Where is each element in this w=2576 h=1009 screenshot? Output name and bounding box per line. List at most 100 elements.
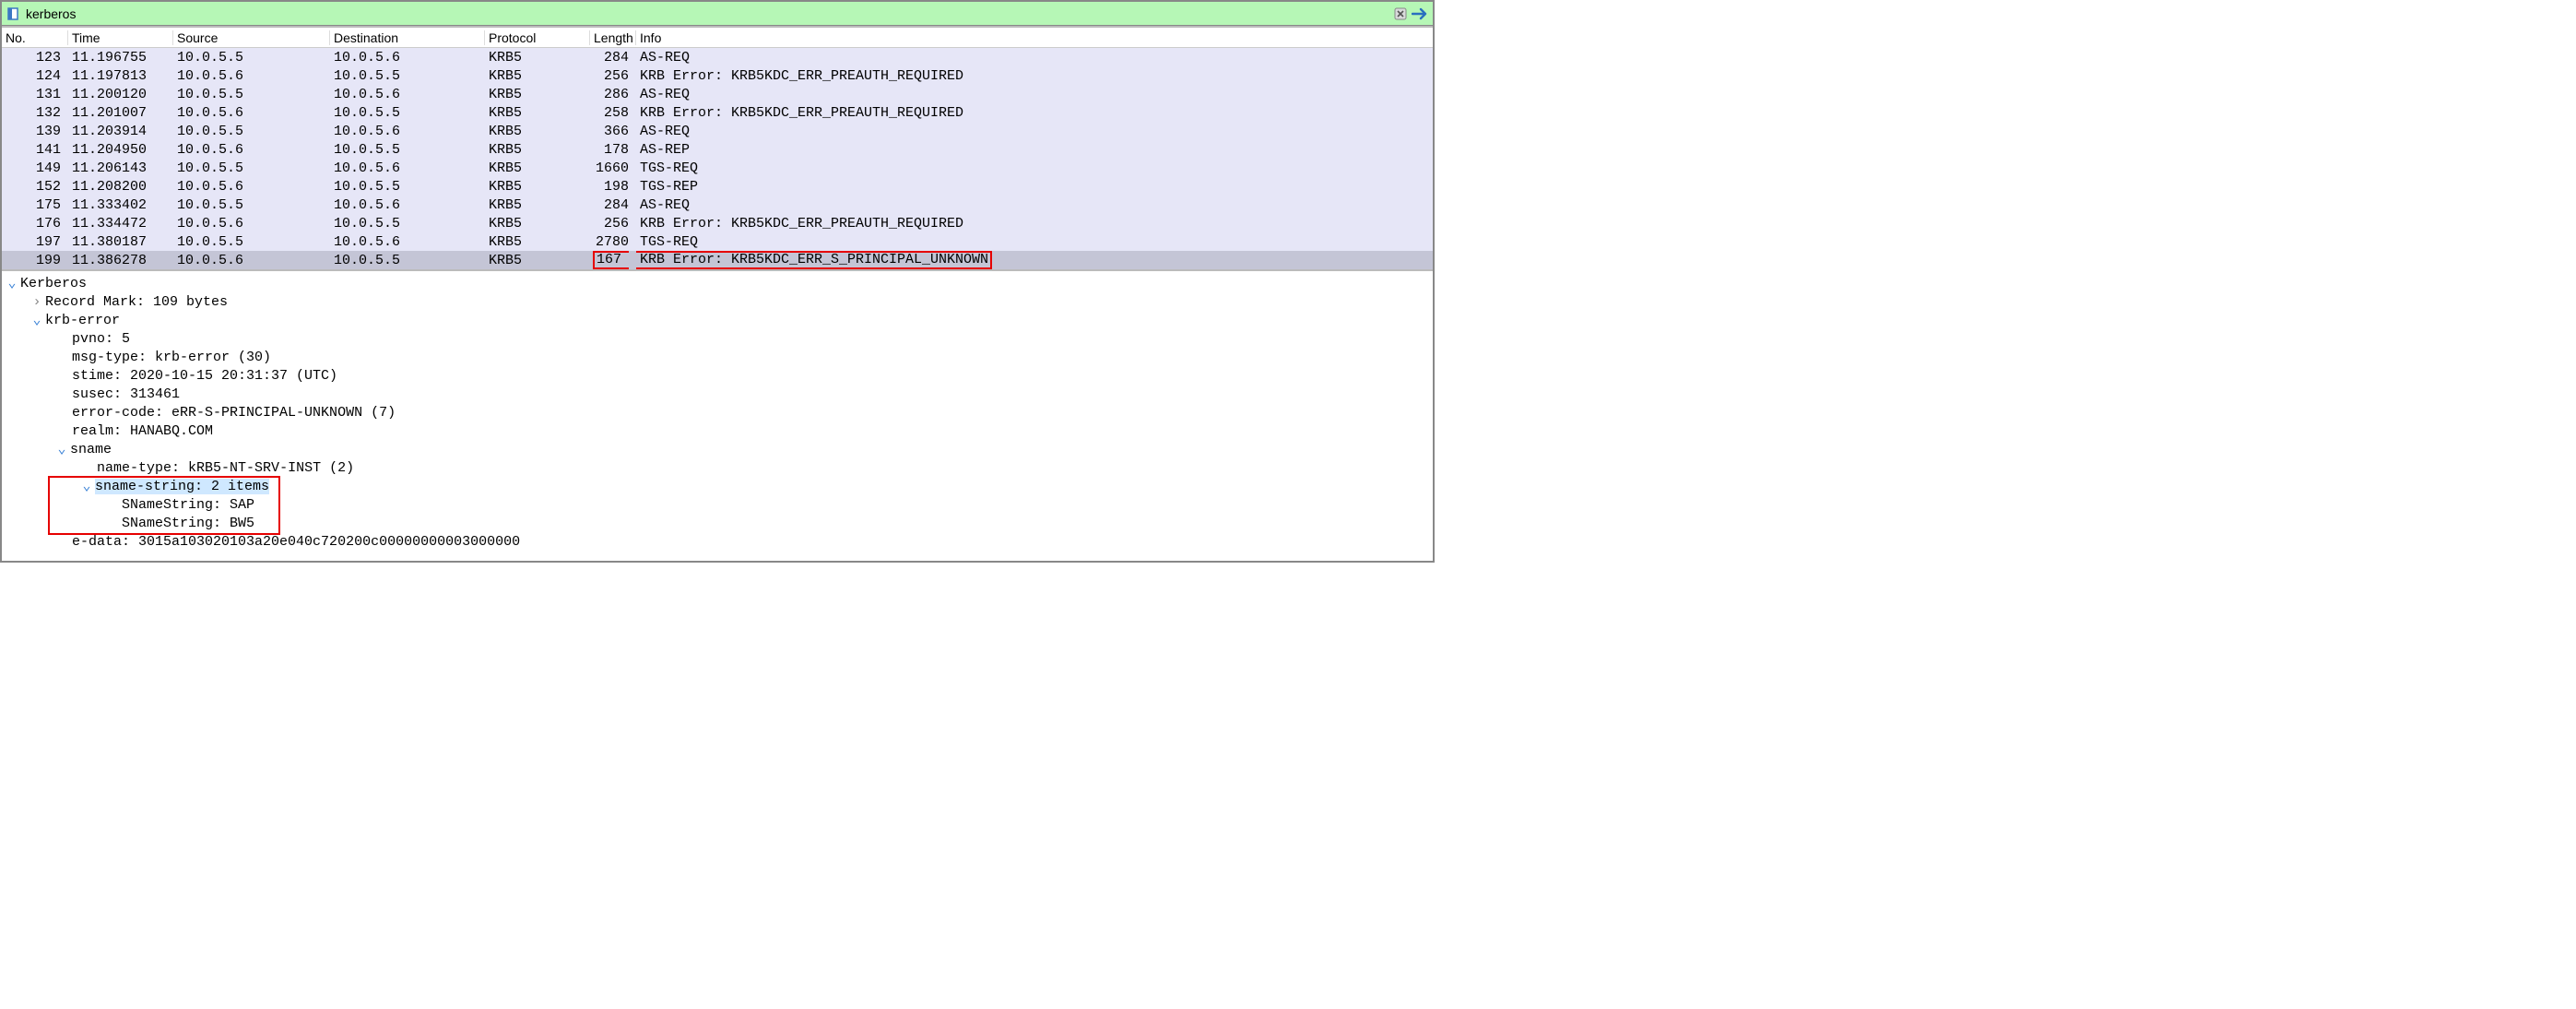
cell-source: 10.0.5.5 <box>173 50 330 65</box>
cell-source: 10.0.5.6 <box>173 179 330 195</box>
highlight-box-info: KRB Error: KRB5KDC_ERR_S_PRINCIPAL_UNKNO… <box>636 251 992 269</box>
cell-length: 258 <box>590 105 636 121</box>
cell-source: 10.0.5.5 <box>173 160 330 176</box>
cell-no: 131 <box>2 87 68 102</box>
stime[interactable]: stime: 2020-10-15 20:31:37 (UTC) <box>72 368 337 384</box>
susec[interactable]: susec: 313461 <box>72 386 180 402</box>
cell-no: 175 <box>2 197 68 213</box>
packet-row[interactable]: 15211.20820010.0.5.610.0.5.5KRB5198TGS-R… <box>2 177 1433 196</box>
cell-protocol: KRB5 <box>485 216 590 231</box>
cell-info: AS-REQ <box>636 124 1433 139</box>
col-no[interactable]: No. <box>2 30 68 45</box>
highlight-box-len: 167 <box>593 251 629 269</box>
cell-protocol: KRB5 <box>485 87 590 102</box>
col-protocol[interactable]: Protocol <box>485 30 590 45</box>
cell-time: 11.380187 <box>68 234 173 250</box>
chevron-down-icon[interactable]: ⌄ <box>55 441 68 459</box>
cell-time: 11.206143 <box>68 160 173 176</box>
col-length[interactable]: Length <box>590 30 636 45</box>
col-time[interactable]: Time <box>68 30 173 45</box>
cell-info: AS-REP <box>636 142 1433 158</box>
cell-destination: 10.0.5.5 <box>330 253 485 268</box>
cell-info: KRB Error: KRB5KDC_ERR_PREAUTH_REQUIRED <box>636 216 1433 231</box>
clear-filter-button[interactable] <box>1390 5 1411 23</box>
cell-time: 11.203914 <box>68 124 173 139</box>
packet-list-header[interactable]: No. Time Source Destination Protocol Len… <box>2 28 1433 48</box>
cell-time: 11.196755 <box>68 50 173 65</box>
cell-info: KRB Error: KRB5KDC_ERR_S_PRINCIPAL_UNKNO… <box>636 251 1433 269</box>
msg-type[interactable]: msg-type: krb-error (30) <box>72 350 271 365</box>
cell-destination: 10.0.5.6 <box>330 50 485 65</box>
cell-protocol: KRB5 <box>485 234 590 250</box>
cell-destination: 10.0.5.5 <box>330 142 485 158</box>
apply-filter-button[interactable] <box>1411 5 1431 23</box>
cell-time: 11.386278 <box>68 253 173 268</box>
record-mark[interactable]: Record Mark: 109 bytes <box>45 294 228 310</box>
cell-source: 10.0.5.5 <box>173 234 330 250</box>
name-type[interactable]: name-type: kRB5-NT-SRV-INST (2) <box>97 460 354 476</box>
cell-protocol: KRB5 <box>485 105 590 121</box>
packet-list-body[interactable]: 12311.19675510.0.5.510.0.5.6KRB5284AS-RE… <box>2 48 1433 269</box>
packet-row[interactable]: 19911.38627810.0.5.610.0.5.5KRB5167KRB E… <box>2 251 1433 269</box>
bookmark-icon[interactable] <box>6 6 20 21</box>
chevron-right-icon[interactable]: › <box>30 293 43 312</box>
display-filter-input[interactable] <box>22 5 1390 23</box>
cell-no: 124 <box>2 68 68 84</box>
cell-source: 10.0.5.5 <box>173 197 330 213</box>
cell-protocol: KRB5 <box>485 179 590 195</box>
cell-length: 198 <box>590 179 636 195</box>
cell-no: 132 <box>2 105 68 121</box>
packet-row[interactable]: 17511.33340210.0.5.510.0.5.6KRB5284AS-RE… <box>2 196 1433 214</box>
cell-no: 123 <box>2 50 68 65</box>
col-source[interactable]: Source <box>173 30 330 45</box>
packet-row[interactable]: 19711.38018710.0.5.510.0.5.6KRB52780TGS-… <box>2 232 1433 251</box>
cell-info: AS-REQ <box>636 50 1433 65</box>
cell-protocol: KRB5 <box>485 50 590 65</box>
sname-node[interactable]: sname <box>70 442 112 457</box>
cell-length: 167 <box>590 251 636 269</box>
cell-length: 256 <box>590 68 636 84</box>
chevron-down-icon[interactable]: ⌄ <box>30 312 43 330</box>
col-info[interactable]: Info <box>636 30 1433 45</box>
cell-destination: 10.0.5.6 <box>330 87 485 102</box>
cell-no: 152 <box>2 179 68 195</box>
packet-row[interactable]: 13111.20012010.0.5.510.0.5.6KRB5286AS-RE… <box>2 85 1433 103</box>
e-data[interactable]: e-data: 3015a103020103a20e040c720200c000… <box>72 534 520 550</box>
cell-source: 10.0.5.5 <box>173 124 330 139</box>
chevron-down-icon[interactable]: ⌄ <box>6 275 18 293</box>
cell-info: AS-REQ <box>636 87 1433 102</box>
col-destination[interactable]: Destination <box>330 30 485 45</box>
cell-source: 10.0.5.6 <box>173 253 330 268</box>
cell-destination: 10.0.5.5 <box>330 105 485 121</box>
packet-row[interactable]: 12411.19781310.0.5.610.0.5.5KRB5256KRB E… <box>2 66 1433 85</box>
packet-row[interactable]: 13211.20100710.0.5.610.0.5.5KRB5258KRB E… <box>2 103 1433 122</box>
error-code[interactable]: error-code: eRR-S-PRINCIPAL-UNKNOWN (7) <box>72 405 396 421</box>
cell-time: 11.334472 <box>68 216 173 231</box>
cell-length: 284 <box>590 50 636 65</box>
cell-info: TGS-REQ <box>636 160 1433 176</box>
cell-source: 10.0.5.6 <box>173 68 330 84</box>
cell-protocol: KRB5 <box>485 253 590 268</box>
cell-destination: 10.0.5.5 <box>330 68 485 84</box>
cell-protocol: KRB5 <box>485 142 590 158</box>
highlight-box-sname <box>48 476 280 535</box>
cell-info: TGS-REP <box>636 179 1433 195</box>
realm[interactable]: realm: HANABQ.COM <box>72 423 213 439</box>
packet-row[interactable]: 14911.20614310.0.5.510.0.5.6KRB51660TGS-… <box>2 159 1433 177</box>
cell-info: KRB Error: KRB5KDC_ERR_PREAUTH_REQUIRED <box>636 68 1433 84</box>
cell-info: KRB Error: KRB5KDC_ERR_PREAUTH_REQUIRED <box>636 105 1433 121</box>
cell-destination: 10.0.5.6 <box>330 160 485 176</box>
pvno[interactable]: pvno: 5 <box>72 331 130 347</box>
cell-no: 149 <box>2 160 68 176</box>
proto-root[interactable]: Kerberos <box>20 276 87 291</box>
packet-row[interactable]: 17611.33447210.0.5.610.0.5.5KRB5256KRB E… <box>2 214 1433 232</box>
krb-error-node[interactable]: krb-error <box>45 313 120 328</box>
cell-source: 10.0.5.5 <box>173 87 330 102</box>
cell-source: 10.0.5.6 <box>173 216 330 231</box>
cell-time: 11.200120 <box>68 87 173 102</box>
cell-length: 286 <box>590 87 636 102</box>
cell-info: TGS-REQ <box>636 234 1433 250</box>
packet-row[interactable]: 14111.20495010.0.5.610.0.5.5KRB5178AS-RE… <box>2 140 1433 159</box>
packet-row[interactable]: 13911.20391410.0.5.510.0.5.6KRB5366AS-RE… <box>2 122 1433 140</box>
packet-row[interactable]: 12311.19675510.0.5.510.0.5.6KRB5284AS-RE… <box>2 48 1433 66</box>
